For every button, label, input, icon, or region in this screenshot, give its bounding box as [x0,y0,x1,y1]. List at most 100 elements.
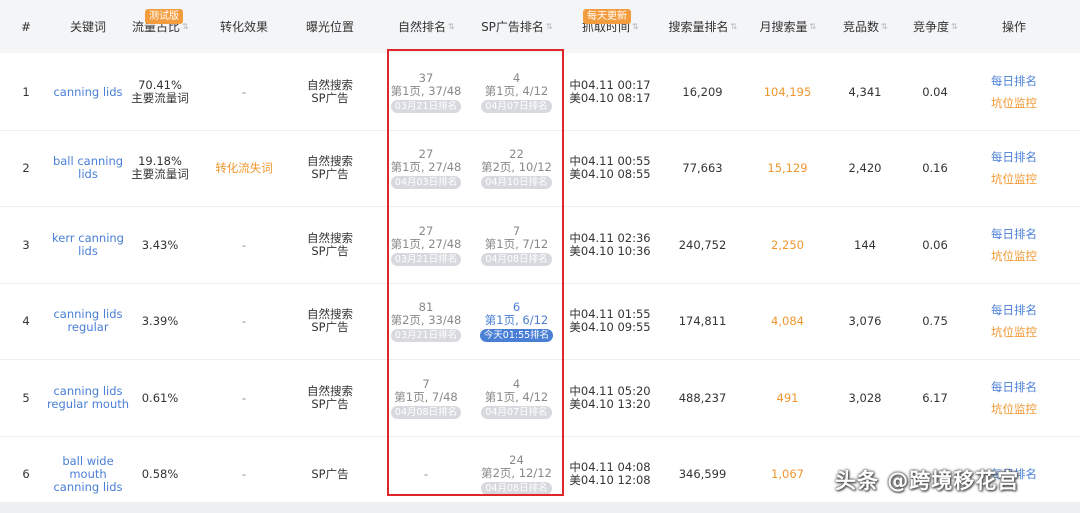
rank-date-badge: 今天01:55排名 [479,328,554,342]
header-monthly-search[interactable]: 月搜索量 ⇅ [745,0,830,53]
table-row: 2 ball canning lids 19.18% 主要流量词 转化流失词 自然搜索 SP… [0,130,1080,207]
daily-rank-link[interactable]: 每日排名 [991,70,1037,92]
sort-icon[interactable]: ⇅ [731,22,738,30]
keyword-link[interactable]: canning lids regular mouth [46,385,130,411]
conversion-value: - [241,466,247,481]
daily-rank-link[interactable]: 每日排名 [991,299,1037,321]
search-rank-value: 240,752 [678,237,727,252]
daily-update-badge: 每天更新 [583,9,631,24]
natural-rank-page: 第1页, 7/48 [394,389,458,404]
header-sp-rank[interactable]: SP广告排名 ⇅ [469,0,564,53]
fetch-time-us: 美04.10 10:36 [569,244,651,258]
sort-icon[interactable]: ⇅ [448,22,455,30]
traffic-share-note: 主要流量词 [131,91,189,105]
rank-date-badge: 04月08日排名 [390,405,462,419]
header-competition[interactable]: 竞争度 ⇅ [900,0,970,53]
competitor-count: 2,420 [848,160,882,175]
daily-rank-link[interactable]: 每日排名 [991,223,1037,245]
sp-rank-value: 22 [509,146,524,161]
row-number: 3 [22,237,30,252]
competition-value: 0.16 [922,160,948,175]
slot-monitor-link[interactable]: 坑位监控 [991,92,1037,114]
row-number: 2 [22,160,30,175]
keyword-link[interactable]: canning lids [53,85,122,99]
keyword-link[interactable]: canning lids regular [46,308,130,334]
competitor-count: 3,076 [848,313,882,328]
monthly-search-value: 2,250 [771,237,804,252]
table-row: 5 canning lids regular mouth 0.61% - 自然搜索 SP广… [0,360,1080,437]
daily-rank-link[interactable]: 每日排名 [991,146,1037,168]
rank-date-badge: 04月10日排名 [481,175,552,189]
exposure-line-2: SP广告 [311,320,349,334]
table-row: 1 canning lids 70.41% 主要流量词 - 自然搜索 SP广告 37 第1页, … [0,54,1080,131]
monthly-search-value: 1,067 [771,466,804,481]
slot-monitor-link[interactable]: 坑位监控 [991,398,1037,420]
competition-value: 0.06 [922,237,948,252]
natural-rank-page: 第1页, 27/48 [390,159,462,174]
exposure-line-2: SP广告 [311,397,349,411]
header-conversion: 转化效果 [219,20,268,34]
traffic-share-note: 主要流量词 [131,167,189,181]
sp-rank-page: 第2页, 10/12 [481,159,552,174]
conversion-value: - [241,237,247,252]
monthly-search-value: 15,129 [767,160,808,175]
header-natural-rank[interactable]: 自然排名 ⇅ [383,0,469,53]
search-rank-value: 77,663 [682,160,723,175]
natural-rank-value: 37 [418,70,434,85]
beta-badge: 测试版 [145,9,183,24]
search-rank-value: 488,237 [678,390,727,405]
table-header: # 关键词 流量占比 ⇅ 测试版 转化效果 曝光位置 自然排名 ⇅ SP广告排名 ⇅ … [0,0,1080,53]
slot-monitor-link[interactable]: 坑位监控 [991,168,1037,190]
table-row: 4 canning lids regular 3.39% - 自然搜索 SP广告 81 第2页… [0,283,1080,360]
natural-rank-page: 第1页, 27/48 [390,236,462,251]
rank-date-badge: 04月07日排名 [481,99,552,113]
row-number: 4 [22,313,30,328]
rank-date-badge: 04月08日排名 [481,481,552,495]
exposure-line-2: SP广告 [311,244,349,258]
sort-icon[interactable]: ⇅ [810,22,817,30]
header-search-rank[interactable]: 搜索量排名 ⇅ [660,0,745,53]
competition-value: 0.75 [922,313,948,328]
rank-date-badge: 04月03日排名 [390,175,462,189]
sp-rank-value: 4 [512,376,521,391]
conversion-value: 转化流失词 [215,160,273,175]
header-exposure: 曝光位置 [305,20,354,34]
keyword-link[interactable]: ball wide mouth canning lids [46,454,130,494]
header-traffic-share[interactable]: 流量占比 ⇅ [124,0,196,53]
header-competitors[interactable]: 竞品数 ⇅ [830,0,900,53]
sort-icon[interactable]: ⇅ [632,22,639,30]
sp-rank-value: 4 [512,70,521,85]
keyword-link[interactable]: ball canning lids [46,155,130,181]
sp-rank-page: 第1页, 4/12 [484,389,549,404]
rank-date-badge: 04月07日排名 [481,405,552,419]
sp-rank-page: 第1页, 7/12 [484,236,549,251]
competitor-count: 3,028 [848,390,882,405]
watermark: 头条 @跨境移花宫 [835,469,1020,493]
search-rank-value: 16,209 [682,84,723,99]
sort-icon[interactable]: ⇅ [546,22,553,30]
header-actions: 操作 [1001,20,1026,34]
sort-icon[interactable]: ⇅ [951,22,958,30]
slot-monitor-link[interactable]: 坑位监控 [991,245,1037,267]
header-fetch-time[interactable]: 抓取时间 ⇅ [568,0,652,53]
sp-rank-value: 6 [512,299,521,314]
horizontal-scrollbar[interactable] [0,502,1080,513]
slot-monitor-link[interactable]: 坑位监控 [991,321,1037,343]
fetch-time-us: 美04.10 13:20 [569,397,651,411]
monthly-search-value: 491 [776,390,799,405]
exposure-line-1: SP广告 [311,466,349,481]
row-number: 1 [22,84,30,99]
sp-rank-value: 24 [509,452,524,467]
natural-rank-value: 81 [418,299,434,314]
daily-rank-link[interactable]: 每日排名 [991,376,1037,398]
sort-icon[interactable]: ⇅ [182,22,189,30]
natural-rank-value: 27 [418,223,434,238]
row-number: 6 [22,466,30,481]
competition-value: 6.17 [922,390,948,405]
conversion-value: - [241,84,247,99]
sort-icon[interactable]: ⇅ [881,22,888,30]
keyword-link[interactable]: kerr canning lids [46,232,130,258]
sp-rank-page: 第1页, 6/12 [484,312,549,327]
header-num: # [20,19,32,34]
competition-value: 0.04 [922,84,948,99]
